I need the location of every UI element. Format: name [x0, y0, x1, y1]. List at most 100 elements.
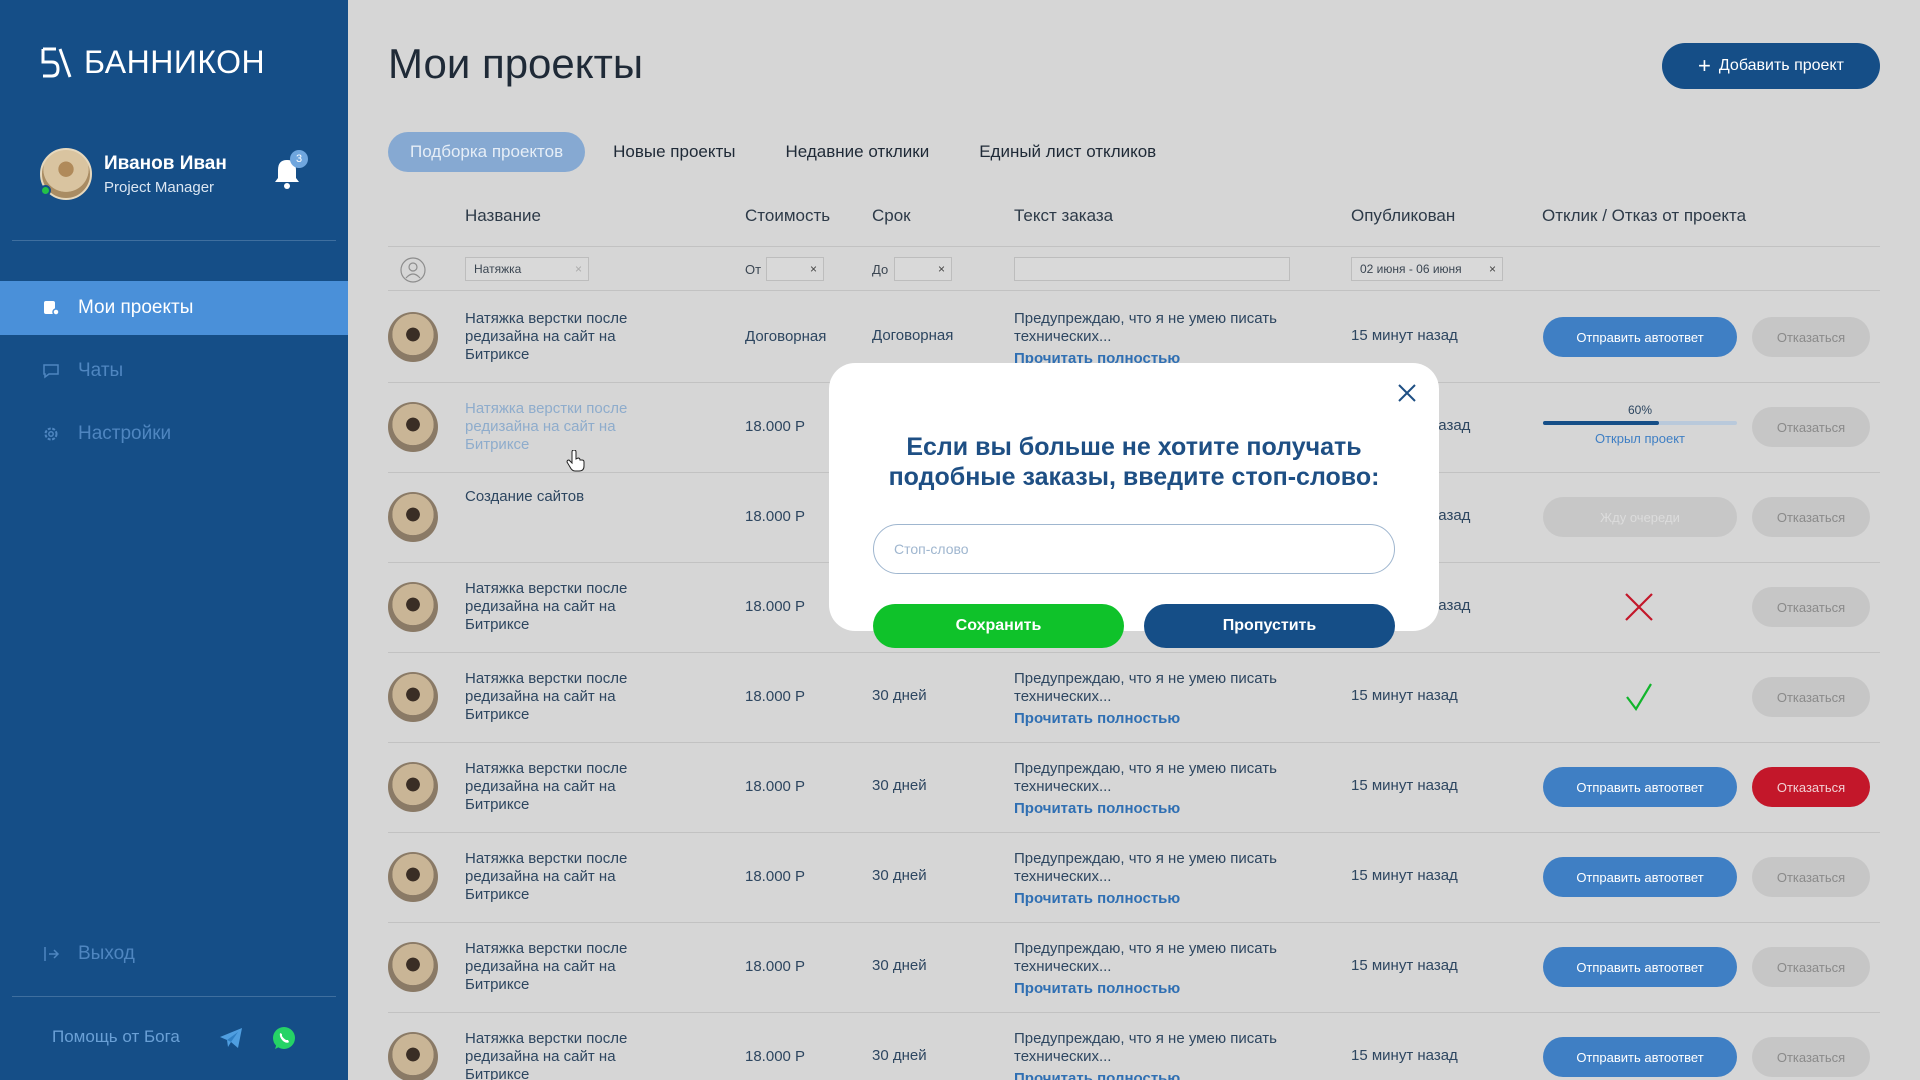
send-autoreply-button[interactable]: Отправить автоответ — [1543, 767, 1737, 807]
term-filter-input[interactable]: × — [894, 257, 952, 281]
project-cost: Договорная — [745, 328, 827, 345]
help-link[interactable]: Помощь от Бога — [52, 1027, 180, 1047]
logo[interactable]: БАННИКОН — [40, 44, 265, 81]
row-avatar[interactable] — [388, 312, 438, 362]
project-term: 30 дней — [872, 1047, 927, 1064]
skip-button[interactable]: Пропустить — [1144, 604, 1395, 648]
date-filter-input[interactable]: 02 июня - 06 июня × — [1351, 257, 1503, 281]
read-more-link[interactable]: Прочитать полностью — [1014, 800, 1304, 818]
reject-button[interactable]: Отказаться — [1752, 1037, 1870, 1077]
header-divider — [388, 246, 1880, 247]
row-avatar[interactable] — [388, 672, 438, 722]
clear-icon[interactable]: × — [810, 262, 817, 276]
project-title[interactable]: Натяжка верстки после редизайна на сайт … — [465, 310, 665, 364]
project-title[interactable]: Натяжка верстки после редизайна на сайт … — [465, 850, 665, 904]
term-filter-label: До — [872, 262, 889, 277]
tab-responses-sheet[interactable]: Единый лист откликов — [979, 132, 1156, 172]
waiting-queue-button[interactable]: Жду очереди — [1543, 497, 1737, 537]
chat-icon — [42, 362, 60, 380]
project-text-preview: Предупреждаю, что я не умею писать техни… — [1014, 940, 1277, 975]
sidebar-item-my-projects[interactable]: Мои проекты — [0, 281, 348, 335]
column-header-cost: Стоимость — [745, 206, 831, 225]
project-published: 15 минут назад — [1351, 777, 1458, 794]
reject-button[interactable]: Отказаться — [1752, 767, 1870, 807]
row-avatar[interactable] — [388, 762, 438, 812]
project-text: Предупреждаю, что я не умею писать техни… — [1014, 850, 1304, 908]
reject-button[interactable]: Отказаться — [1752, 317, 1870, 357]
reject-button[interactable]: Отказаться — [1752, 857, 1870, 897]
project-cost: 18.000 Р — [745, 418, 806, 435]
clear-icon[interactable]: × — [938, 262, 945, 276]
project-text-preview: Предупреждаю, что я не умею писать техни… — [1014, 670, 1277, 705]
project-title[interactable]: Создание сайтов — [465, 488, 665, 506]
send-autoreply-button[interactable]: Отправить автоответ — [1543, 317, 1737, 357]
logout-label: Выход — [78, 943, 135, 964]
project-title[interactable]: Натяжка верстки после редизайна на сайт … — [465, 670, 665, 724]
reject-button[interactable]: Отказаться — [1752, 587, 1870, 627]
row-avatar[interactable] — [388, 1032, 438, 1080]
name-filter-value: Натяжка — [474, 262, 522, 276]
date-filter-value: 02 июня - 06 июня — [1360, 262, 1462, 276]
project-text: Предупреждаю, что я не умею писать техни… — [1014, 670, 1304, 728]
reject-button[interactable]: Отказаться — [1752, 677, 1870, 717]
sidebar-bottom-divider — [12, 996, 336, 997]
save-button[interactable]: Сохранить — [873, 604, 1124, 648]
modal-title-line: Если вы больше не хотите получать — [906, 433, 1362, 461]
project-title[interactable]: Натяжка верстки после редизайна на сайт … — [465, 580, 665, 634]
project-title[interactable]: Натяжка верстки после редизайна на сайт … — [465, 760, 665, 814]
user-filter-icon[interactable] — [400, 257, 426, 283]
project-published: 15 минут назад — [1351, 867, 1458, 884]
clear-icon[interactable]: × — [1489, 262, 1496, 276]
avatar[interactable] — [40, 148, 92, 200]
tab-recent-responses[interactable]: Недавние отклики — [786, 132, 930, 172]
project-text-preview: Предупреждаю, что я не умею писать техни… — [1014, 1030, 1277, 1065]
text-filter-input[interactable] — [1014, 257, 1290, 281]
read-more-link[interactable]: Прочитать полностью — [1014, 1070, 1304, 1080]
user-profile[interactable]: Иванов Иван Project Manager 3 — [40, 148, 310, 200]
progress-fill — [1543, 421, 1660, 425]
send-autoreply-button[interactable]: Отправить автоответ — [1543, 857, 1737, 897]
name-filter-input[interactable]: Натяжка × — [465, 257, 589, 281]
logout-button[interactable]: Выход — [0, 927, 348, 981]
progress-caption: Открыл проект — [1594, 431, 1686, 446]
project-title[interactable]: Натяжка верстки после редизайна на сайт … — [465, 400, 665, 454]
stop-word-input[interactable] — [873, 524, 1395, 574]
row-avatar[interactable] — [388, 942, 438, 992]
tab-new-projects[interactable]: Новые проекты — [613, 132, 735, 172]
send-autoreply-button[interactable]: Отправить автоответ — [1543, 947, 1737, 987]
reject-button[interactable]: Отказаться — [1752, 407, 1870, 447]
read-more-link[interactable]: Прочитать полностью — [1014, 710, 1304, 728]
sidebar-item-chats[interactable]: Чаты — [0, 344, 348, 398]
project-cost: 18.000 Р — [745, 1048, 806, 1065]
row-avatar[interactable] — [388, 492, 438, 542]
filter-divider — [388, 290, 1880, 291]
online-status-dot — [40, 185, 51, 196]
row-avatar[interactable] — [388, 852, 438, 902]
modal-title-line: подобные заказы, введите стоп-слово: — [888, 463, 1380, 491]
add-project-button[interactable]: + Добавить проект — [1662, 43, 1880, 89]
clear-icon[interactable]: × — [575, 262, 582, 276]
cost-filter-input[interactable]: × — [766, 257, 824, 281]
reject-button[interactable]: Отказаться — [1752, 947, 1870, 987]
close-icon[interactable] — [1396, 382, 1418, 404]
read-more-link[interactable]: Прочитать полностью — [1014, 980, 1304, 998]
read-more-link[interactable]: Прочитать полностью — [1014, 890, 1304, 908]
progress-bar — [1543, 421, 1737, 425]
column-header-term: Срок — [872, 206, 911, 225]
telegram-icon[interactable] — [218, 1025, 244, 1051]
modal-title: Если вы больше не хотите получать подобн… — [829, 432, 1439, 492]
project-title[interactable]: Натяжка верстки после редизайна на сайт … — [465, 940, 665, 994]
row-avatar[interactable] — [388, 402, 438, 452]
sidebar-item-settings[interactable]: Настройки — [0, 407, 348, 461]
sidebar: БАННИКОН Иванов Иван Project Manager 3 М… — [0, 0, 348, 1080]
row-avatar[interactable] — [388, 582, 438, 632]
row-divider — [388, 922, 1880, 923]
reject-button[interactable]: Отказаться — [1752, 497, 1870, 537]
stop-word-modal — [829, 363, 1439, 631]
row-divider — [388, 652, 1880, 653]
send-autoreply-button[interactable]: Отправить автоответ — [1543, 1037, 1737, 1077]
whatsapp-icon[interactable] — [271, 1025, 297, 1051]
tab-selection[interactable]: Подборка проектов — [388, 132, 586, 172]
project-title[interactable]: Натяжка верстки после редизайна на сайт … — [465, 1030, 665, 1080]
project-term: Договорная — [872, 327, 954, 344]
